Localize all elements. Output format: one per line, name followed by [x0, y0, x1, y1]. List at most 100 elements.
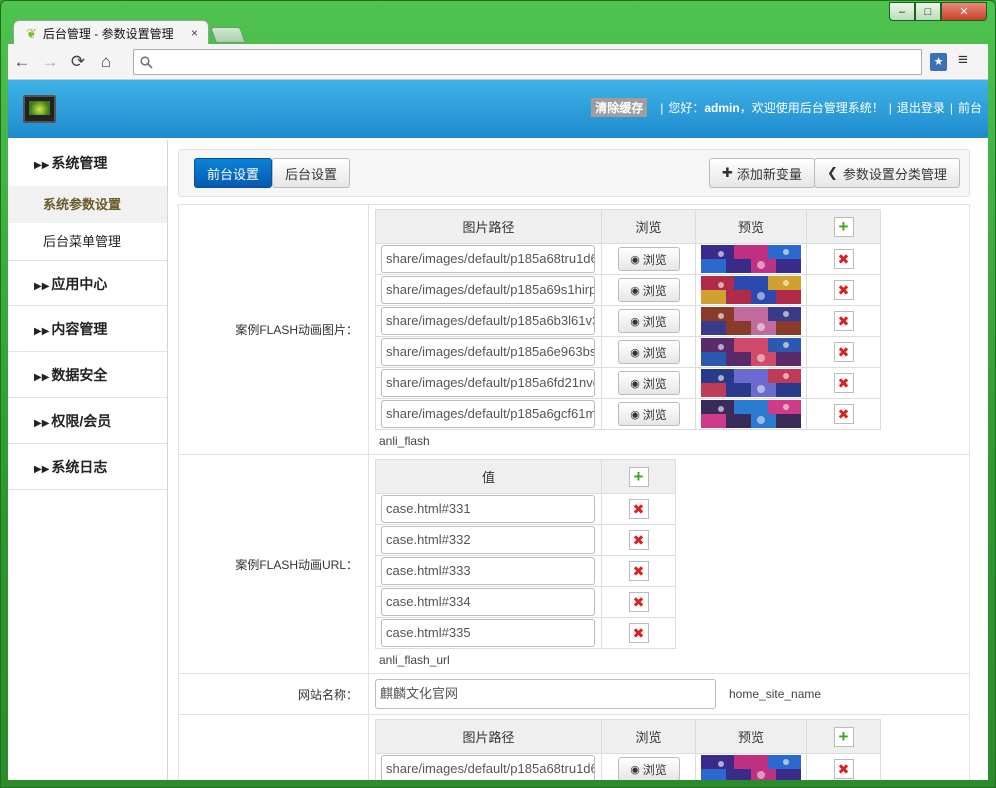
main-toolbar: 前台设置 后台设置 ✚ 添加新变量 ❮ 参数设置分类管理 — [178, 149, 970, 197]
extension-icon[interactable]: ★ — [930, 53, 947, 71]
admin-header: 清除缓存 | 您好： admin ，欢迎使用后台管理系统！ | 退出登录 | 前… — [8, 80, 988, 138]
minimize-button[interactable]: ‒ — [889, 2, 915, 21]
delete-row-icon[interactable]: ✖ — [628, 530, 649, 550]
greeting-suffix: ，欢迎使用后台管理系统！ — [739, 101, 884, 115]
table-row: share/images/default/p185a68tru1d6 ◉ 浏览 ✖ — [375, 753, 881, 780]
sidebar-group-label: 系统管理 — [51, 155, 108, 171]
separator: | — [660, 100, 664, 115]
col-header-value: 值 — [375, 459, 602, 494]
browse-button[interactable]: ◉ 浏览 — [617, 278, 680, 302]
new-tab-button[interactable] — [210, 27, 246, 43]
site-name-input[interactable]: 麒麟文化官网 — [375, 679, 716, 709]
table-row: case.html#333 ✖ — [375, 555, 676, 587]
forward-icon[interactable]: → — [36, 52, 64, 72]
image-path-input[interactable]: share/images/default/p185a6e963bs — [381, 338, 595, 366]
sidebar-group-system[interactable]: ▶▶ 系统管理 — [8, 140, 167, 186]
browse-label: 浏览 — [642, 762, 667, 777]
col-header-browse: 浏览 — [601, 209, 696, 244]
delete-row-icon[interactable]: ✖ — [833, 249, 854, 269]
delete-row-icon[interactable]: ✖ — [833, 280, 854, 300]
preview-thumbnail — [701, 400, 801, 428]
field-label: 案例FLASH动画图片： — [179, 205, 369, 454]
preview-thumbnail — [701, 276, 801, 304]
image-path-input[interactable]: share/images/default/p185a6gcf61m — [381, 400, 595, 428]
url-value-input[interactable]: case.html#335 — [381, 619, 595, 647]
image-path-input[interactable]: share/images/default/p185a6fd21nvc — [381, 369, 595, 397]
image-list-cell: 图片路径 浏览 预览 + share/images/default/p185a6… — [369, 205, 887, 454]
sidebar-group-content[interactable]: ▶▶ 内容管理 — [8, 306, 167, 352]
reload-icon[interactable]: ⟳ — [64, 52, 92, 72]
add-variable-button[interactable]: ✚ 添加新变量 — [709, 158, 815, 188]
browse-button[interactable]: ◉ 浏览 — [617, 247, 680, 271]
sidebar-group-logs[interactable]: ▶▶ 系统日志 — [8, 444, 167, 490]
double-arrow-icon: ▶▶ — [34, 326, 50, 337]
category-manage-button[interactable]: ❮ 参数设置分类管理 — [814, 158, 960, 188]
field-label: 案例FLASH动画URL： — [179, 455, 369, 673]
value-table: 值 + case.html#331 ✖ case.html#332 ✖ case… — [375, 459, 676, 649]
delete-row-icon[interactable]: ✖ — [833, 759, 854, 779]
tab-close-icon[interactable]: × — [191, 26, 198, 40]
image-path-input[interactable]: share/images/default/p185a69s1hirp — [381, 276, 595, 304]
delete-row-icon[interactable]: ✖ — [833, 342, 854, 362]
delete-row-icon[interactable]: ✖ — [628, 623, 649, 643]
sidebar-group-data-security[interactable]: ▶▶ 数据安全 — [8, 352, 167, 398]
double-arrow-icon: ▶▶ — [34, 464, 50, 475]
table-row: share/images/default/p185a6b3l61v3 ◉ 浏览 ✖ — [375, 305, 881, 337]
add-row-icon[interactable]: + — [833, 216, 854, 237]
separator: | — [888, 100, 892, 115]
add-row-icon[interactable]: + — [628, 466, 649, 487]
address-bar[interactable] — [133, 49, 922, 75]
sidebar-item-system-params[interactable]: 系统参数设置 — [8, 186, 167, 223]
maximize-button[interactable]: □ — [915, 2, 941, 21]
setting-key: anli_flash — [379, 434, 430, 448]
url-value-input[interactable]: case.html#334 — [381, 588, 595, 616]
setting-row-anli-flash-url: 案例FLASH动画URL： 值 + case.html#331 ✖ case.h… — [179, 455, 969, 674]
table-row: case.html#331 ✖ — [375, 493, 676, 525]
browser-tab[interactable]: ❦ 后台管理 - 参数设置管理 × — [13, 20, 209, 46]
browser-toolbar: ← → ⟳ ⌂ ★ ≡ — [8, 44, 988, 80]
url-value-input[interactable]: case.html#333 — [381, 557, 595, 585]
tab-front-settings[interactable]: 前台设置 — [194, 158, 273, 188]
browse-button[interactable]: ◉ 浏览 — [617, 340, 680, 364]
value-list-cell: 值 + case.html#331 ✖ case.html#332 ✖ case… — [369, 455, 682, 673]
url-value-input[interactable]: case.html#331 — [381, 495, 595, 523]
browse-button[interactable]: ◉ 浏览 — [617, 371, 680, 395]
add-row-icon[interactable]: + — [833, 726, 854, 747]
logout-link[interactable]: 退出登录 — [897, 99, 945, 116]
image-path-input[interactable]: share/images/default/p185a68tru1d6 — [381, 245, 595, 273]
sidebar-group-app-center[interactable]: ▶▶ 应用中心 — [8, 260, 167, 306]
tab-backend-settings[interactable]: 后台设置 — [272, 158, 351, 188]
browse-button[interactable]: ◉ 浏览 — [617, 757, 680, 780]
browse-button[interactable]: ◉ 浏览 — [617, 309, 680, 333]
delete-row-icon[interactable]: ✖ — [833, 373, 854, 393]
clear-cache-button[interactable]: 清除缓存 — [591, 98, 648, 117]
field-label — [179, 715, 369, 780]
close-window-button[interactable]: ✕ — [941, 2, 987, 21]
home-icon[interactable]: ⌂ — [92, 52, 120, 72]
delete-row-icon[interactable]: ✖ — [833, 404, 854, 424]
favicon-leaf-icon: ❦ — [26, 25, 37, 41]
double-arrow-icon: ▶▶ — [34, 418, 50, 429]
sidebar-group-permissions[interactable]: ▶▶ 权限/会员 — [8, 398, 167, 444]
delete-row-icon[interactable]: ✖ — [833, 311, 854, 331]
image-path-input[interactable]: share/images/default/p185a6b3l61v3 — [381, 307, 595, 335]
separator: | — [949, 100, 953, 115]
delete-row-icon[interactable]: ✖ — [628, 499, 649, 519]
eye-icon: ◉ — [630, 763, 640, 776]
field-label: 网站名称： — [179, 674, 369, 714]
eye-icon: ◉ — [630, 284, 640, 297]
preview-thumbnail — [701, 369, 801, 397]
url-value-input[interactable]: case.html#332 — [381, 526, 595, 554]
sidebar-item-backend-menu[interactable]: 后台菜单管理 — [8, 223, 167, 260]
image-table: 图片路径 浏览 预览 + share/images/default/p185a6… — [375, 719, 881, 780]
table-row: share/images/default/p185a6fd21nvc ◉ 浏览 ✖ — [375, 367, 881, 399]
tab-title: 后台管理 - 参数设置管理 — [42, 27, 174, 41]
browse-button[interactable]: ◉ 浏览 — [617, 402, 680, 426]
delete-row-icon[interactable]: ✖ — [628, 561, 649, 581]
delete-row-icon[interactable]: ✖ — [628, 592, 649, 612]
image-path-input[interactable]: share/images/default/p185a68tru1d6 — [381, 755, 595, 780]
menu-icon[interactable]: ≡ — [958, 50, 968, 70]
frontend-link[interactable]: 前台 — [958, 99, 982, 116]
logo-icon — [23, 95, 56, 123]
back-icon[interactable]: ← — [8, 52, 36, 72]
